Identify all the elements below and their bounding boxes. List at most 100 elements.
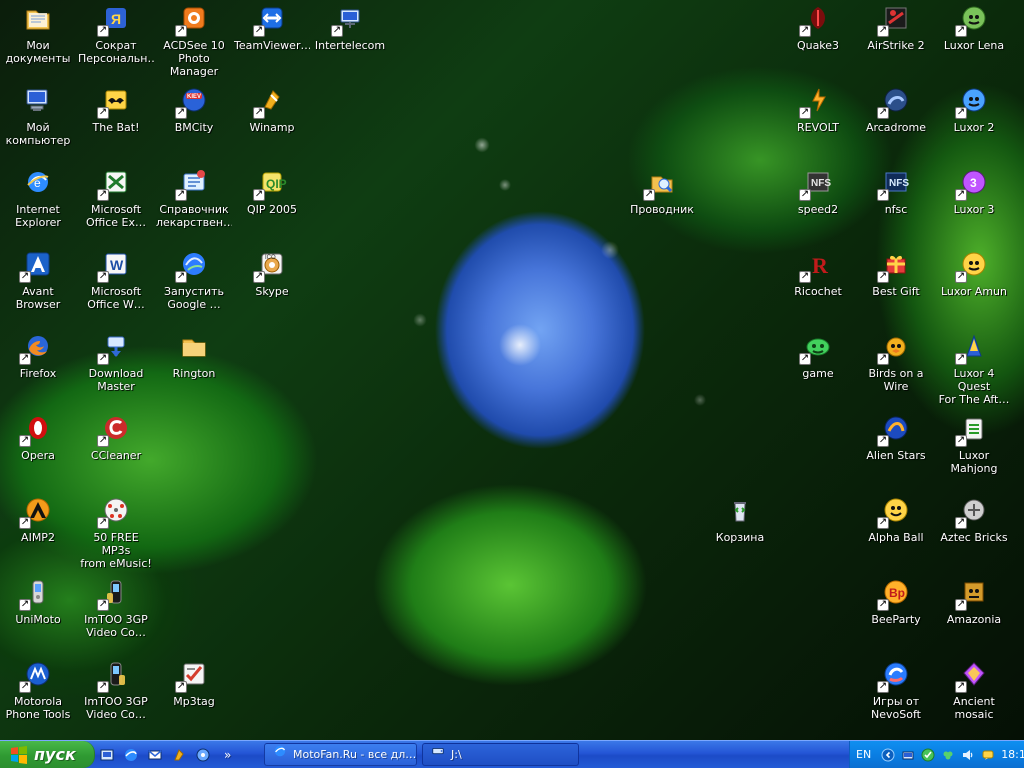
desktop-icon-nfsc[interactable]: NFS nfsc (858, 164, 934, 244)
shortcut-arrow-icon (955, 271, 967, 283)
shortcut-arrow-icon (175, 681, 187, 693)
desktop-icon-aztec-bricks[interactable]: Aztec Bricks (936, 492, 1012, 572)
show-desktop-icon[interactable] (98, 746, 116, 764)
game-icon (799, 329, 835, 365)
taskbar-button-label: MotoFan.Ru - все дл… (293, 748, 417, 761)
desktop-icon-label: Ancient mosaic (953, 695, 995, 721)
desktop-icon-beeparty[interactable]: Bp BeeParty (858, 574, 934, 654)
desktop-icon-imtoo-3gp-2[interactable]: ImTOO 3GP Video Co… (78, 656, 154, 736)
desktop-icon-alien-stars[interactable]: Alien Stars (858, 410, 934, 490)
desktop-icon-alpha-ball[interactable]: Alpha Ball (858, 492, 934, 572)
desktop-icon-excel[interactable]: Microsoft Office Ex… (78, 164, 154, 244)
quick-launch: » (98, 741, 235, 768)
desktop-icon-qip-2005[interactable]: QIP QIP 2005 (234, 164, 310, 244)
desktop-icon-luxor-3[interactable]: 3 Luxor 3 (936, 164, 1012, 244)
desktop-icon-word[interactable]: W Microsoft Office W… (78, 246, 154, 326)
network-tray-icon[interactable] (901, 748, 915, 762)
desktop-icon-download-master[interactable]: Download Master (78, 328, 154, 408)
desktop-icon-my-documents[interactable]: Мои документы (0, 0, 76, 80)
desktop-icon-mp3tag[interactable]: Mp3tag (156, 656, 232, 736)
desktop-icon-avant-browser[interactable]: Avant Browser (0, 246, 76, 326)
desktop-icon-teamviewer[interactable]: TeamViewer… (234, 0, 310, 80)
desktop-icon-sokrat[interactable]: Я Сократ Персональн… (78, 0, 154, 80)
desktop-icon-ricochet[interactable]: R Ricochet (780, 246, 856, 326)
desktop-icon-ancient-mosaic[interactable]: Ancient mosaic (936, 656, 1012, 736)
desktop-icon-imtoo-3gp-1[interactable]: ImTOO 3GP Video Co… (78, 574, 154, 654)
clock[interactable]: 18:15 (1001, 748, 1024, 761)
desktop-icon-label: Luxor 4 Quest For The Aft… (938, 367, 1010, 406)
tray-chevron-icon[interactable] (881, 748, 895, 762)
desktop-icon-motorola-phone-tools[interactable]: Motorola Phone Tools (0, 656, 76, 736)
language-indicator[interactable]: EN (856, 748, 871, 761)
nfs-icon: NFS (877, 165, 913, 201)
shortcut-arrow-icon (97, 107, 109, 119)
desktop-icon-the-bat[interactable]: The Bat! (78, 82, 154, 162)
bmcity-icon: KIEV (175, 83, 211, 119)
settings-icon[interactable] (194, 746, 212, 764)
chat-tray-icon[interactable] (981, 748, 995, 762)
desktop-icon-label: Motorola Phone Tools (5, 695, 71, 721)
desktop-icon-bmcity[interactable]: KIEV BMCity (156, 82, 232, 162)
desktop-icon-unimoto[interactable]: UniMoto (0, 574, 76, 654)
desktop-icon-label: Запустить Google … (164, 285, 224, 311)
start-button[interactable]: пуск (0, 741, 95, 768)
desktop-icon-explorer[interactable]: Проводник (624, 164, 700, 244)
quicklaunch-chevron[interactable]: » (224, 748, 231, 762)
mahjong-icon (955, 411, 991, 447)
clover-tray-icon[interactable] (941, 748, 955, 762)
desktop-icon-airstrike-2[interactable]: AirStrike 2 (858, 0, 934, 80)
shortcut-arrow-icon (799, 353, 811, 365)
desktop-icon-luxor-lena[interactable]: Luxor Lena (936, 0, 1012, 80)
desktop-icon-game[interactable]: game (780, 328, 856, 408)
desktop-icon-best-gift[interactable]: Best Gift (858, 246, 934, 326)
taskbar-button-j-drive[interactable]: J:\ (422, 743, 579, 766)
desktop-icon-recycle-bin[interactable]: Корзина (702, 492, 778, 572)
desktop-icon-rington[interactable]: Rington (156, 328, 232, 408)
word-icon: W (97, 247, 133, 283)
desktop-icon-luxor-4[interactable]: Luxor 4 Quest For The Aft… (936, 328, 1012, 408)
desktop-icon-luxor-mahjong[interactable]: Luxor Mahjong (936, 410, 1012, 490)
internet-explorer-icon[interactable] (122, 746, 140, 764)
desktop-icon-acdsee[interactable]: ACDSee 10 Photo Manager (156, 0, 232, 80)
taskbar-button-motofan[interactable]: MotoFan.Ru - все дл… (264, 743, 417, 766)
desktop-icon-emusic[interactable]: 50 FREE MP3s from eMusic! (78, 492, 154, 572)
outlook-icon[interactable] (146, 746, 164, 764)
desktop-icon-label: ImTOO 3GP Video Co… (84, 613, 148, 639)
desktop-icon-arcadrome[interactable]: Arcadrome (858, 82, 934, 162)
luxor-icon (955, 247, 991, 283)
desktop-icon-opera[interactable]: Opera (0, 410, 76, 490)
internet-explorer-icon: e (21, 165, 55, 199)
desktop-icon-skype[interactable]: ICO Skype (234, 246, 310, 326)
desktop-icon-reference[interactable]: Справочник лекарствен… (156, 164, 232, 244)
shortcut-arrow-icon (955, 435, 967, 447)
shortcut-arrow-icon (877, 599, 889, 611)
desktop-icon-birds-on-a-wire[interactable]: Birds on a Wire (858, 328, 934, 408)
desktop-icon-label: Aztec Bricks (940, 531, 1008, 544)
winamp-icon[interactable] (170, 746, 188, 764)
desktop-icon-internet-explorer[interactable]: e Internet Explorer (0, 164, 76, 244)
desktop-icon-amazonia[interactable]: Amazonia (936, 574, 1012, 654)
desktop-icon-label: Amazonia (946, 613, 1002, 626)
desktop-icon-quake3[interactable]: Quake3 (780, 0, 856, 80)
desktop-icon-speed2[interactable]: NFS speed2 (780, 164, 856, 244)
shortcut-arrow-icon (97, 25, 109, 37)
desktop-icon-luxor-amun[interactable]: Luxor Amun (936, 246, 1012, 326)
desktop-icon-nevosoft-games[interactable]: Игры от NevoSoft (858, 656, 934, 736)
reference-icon (175, 165, 211, 201)
desktop-icon-google-earth[interactable]: Запустить Google … (156, 246, 232, 326)
desktop-icon-ccleaner[interactable]: CCleaner (78, 410, 154, 490)
desktop-icon-aimp2[interactable]: AIMP2 (0, 492, 76, 572)
arcadrome-icon (877, 83, 913, 119)
desktop-icon-luxor-2[interactable]: Luxor 2 (936, 82, 1012, 162)
desktop-icon-label: UniMoto (15, 613, 61, 626)
desktop-icon-winamp[interactable]: Winamp (234, 82, 310, 162)
download-master-icon (97, 329, 133, 365)
mp3tag-icon (175, 657, 211, 693)
desktop-icon-intertelecom[interactable]: Intertelecom (312, 0, 388, 80)
desktop-icon-my-computer[interactable]: Мой компьютер (0, 82, 76, 162)
antivirus-tray-icon[interactable] (921, 748, 935, 762)
quake3-icon (799, 1, 835, 37)
volume-tray-icon[interactable] (961, 748, 975, 762)
desktop-icon-firefox[interactable]: Firefox (0, 328, 76, 408)
desktop-icon-revolt[interactable]: REVOLT (780, 82, 856, 162)
